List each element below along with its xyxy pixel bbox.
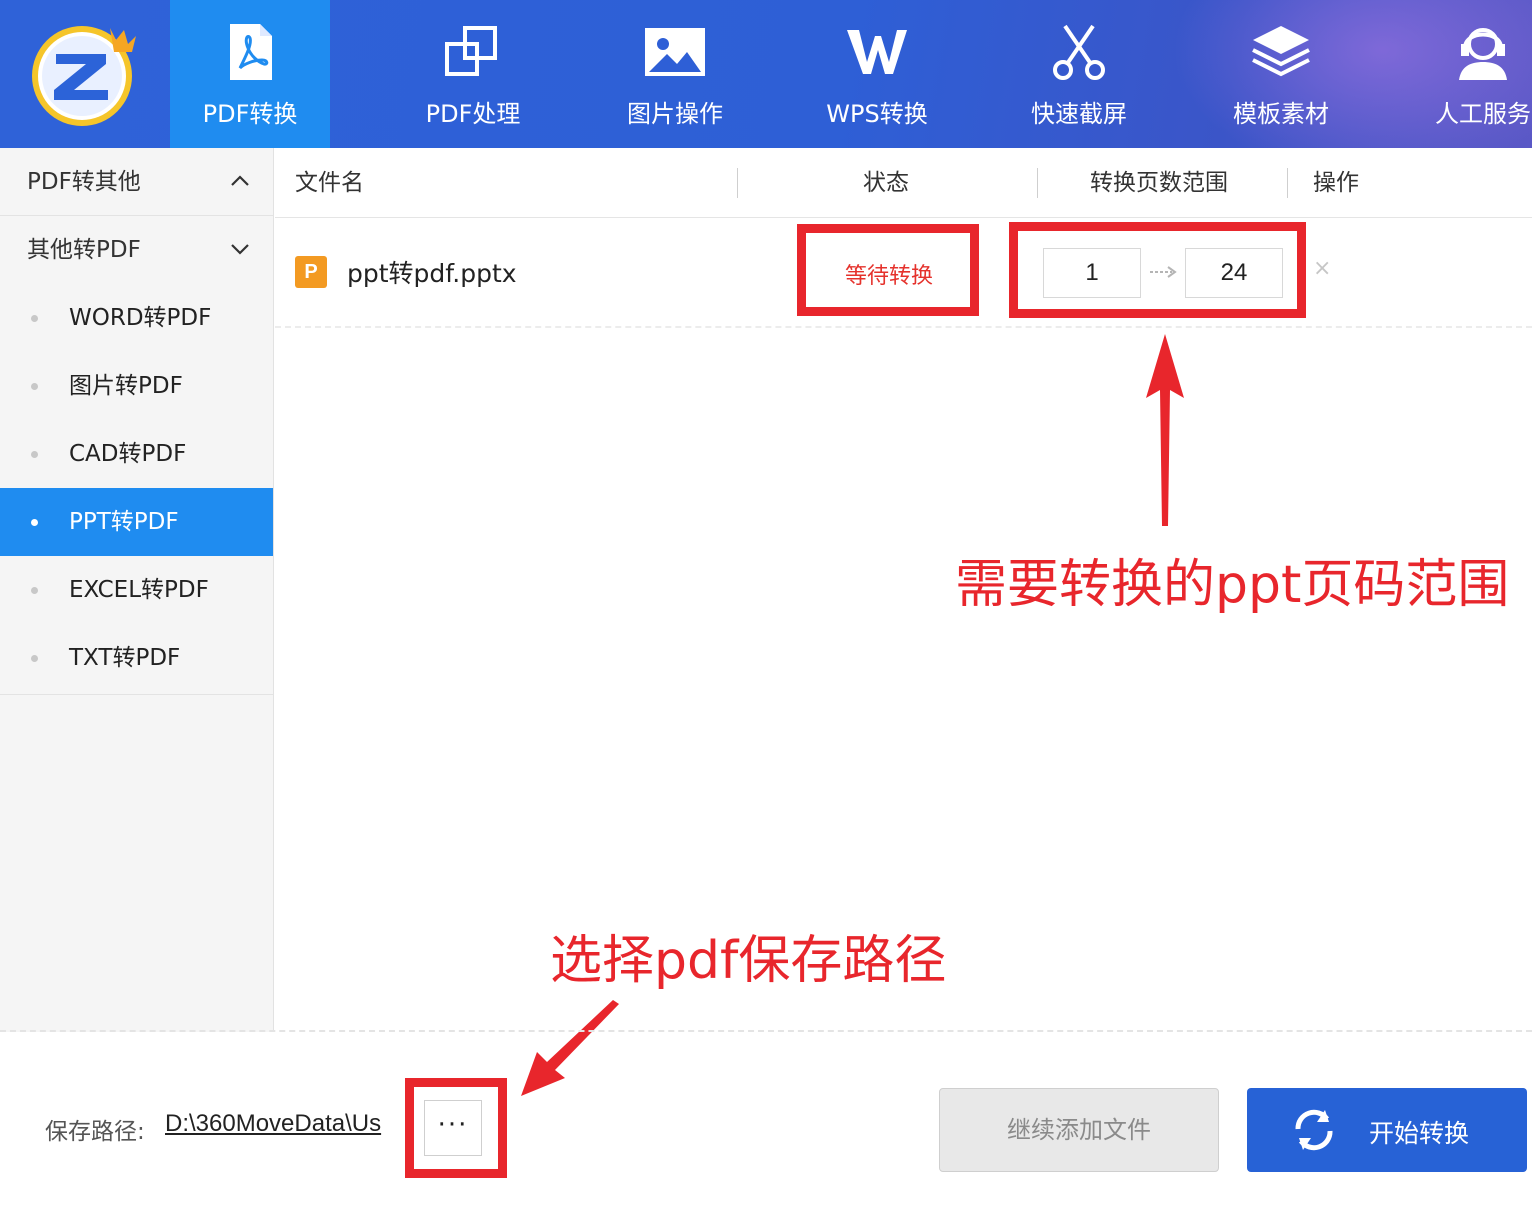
pptx-file-icon: P: [295, 256, 327, 288]
bullet-dot: [31, 587, 38, 594]
sidebar: PDF转其他 其他转PDF WORD转PDF 图片转PDF CAD转PDF PP…: [0, 148, 274, 1032]
start-convert-label: 开始转换: [1369, 1119, 1470, 1148]
pdf-icon: [230, 24, 272, 80]
file-name: ppt转pdf.pptx: [347, 259, 517, 288]
annotation-save-path-note: 选择pdf保存路径: [550, 931, 947, 991]
sidebar-item-ppt-to-pdf[interactable]: PPT转PDF: [0, 488, 273, 556]
header-divider: [737, 168, 738, 198]
main-nav: PDF转换 PDF处理 图片操作 WPS转换 快速截屏 模板素材 人工服务: [170, 0, 1532, 148]
nav-label: 人工服务: [1435, 100, 1531, 128]
nav-wps-convert[interactable]: WPS转换: [776, 0, 978, 148]
status-highlight-box: [797, 224, 979, 316]
down-left-arrow-annotation-icon: [521, 1000, 619, 1096]
add-more-files-button[interactable]: 继续添加文件: [939, 1088, 1219, 1172]
bottom-divider: [0, 1030, 1532, 1032]
sidebar-item-label: 图片转PDF: [69, 373, 183, 399]
header-divider: [1037, 168, 1038, 198]
bullet-dot: [31, 519, 38, 526]
app-logo-icon: [32, 26, 136, 126]
save-path-label: 保存路径:: [45, 1119, 145, 1145]
bullet-dot: [31, 451, 38, 458]
nav-pdf-convert[interactable]: PDF转换: [170, 0, 330, 148]
sidebar-group-pdf-to-other[interactable]: PDF转其他: [0, 148, 273, 216]
layers-icon: [1252, 26, 1310, 77]
sidebar-item-label: WORD转PDF: [69, 305, 212, 331]
header-action: 操作: [1313, 170, 1359, 196]
nav-label: WPS转换: [826, 100, 928, 128]
header-status: 状态: [863, 170, 909, 196]
bullet-dot: [31, 383, 38, 390]
browse-folder-button[interactable]: ···: [424, 1100, 482, 1156]
header-page-range: 转换页数范围: [1090, 170, 1228, 196]
sidebar-item-label: PPT转PDF: [69, 509, 179, 535]
overlap-squares-icon: [445, 26, 497, 76]
nav-label: 模板素材: [1233, 100, 1329, 128]
sidebar-item-excel-to-pdf[interactable]: EXCEL转PDF: [0, 556, 273, 624]
header-filename: 文件名: [295, 170, 364, 196]
top-navigation-bar: PDF转换 PDF处理 图片操作 WPS转换 快速截屏 模板素材 人工服务: [0, 0, 1532, 148]
sidebar-item-label: CAD转PDF: [69, 441, 187, 467]
nav-label: PDF处理: [425, 100, 521, 128]
image-icon: [645, 28, 705, 76]
annotation-page-range-note: 需要转换的ppt页码范围: [955, 555, 1510, 615]
bullet-dot: [31, 655, 38, 662]
sidebar-item-label: TXT转PDF: [69, 645, 181, 671]
sidebar-item-cad-to-pdf[interactable]: CAD转PDF: [0, 420, 273, 488]
app-window: PDF转换 PDF处理 图片操作 WPS转换 快速截屏 模板素材 人工服务 PD…: [0, 0, 1532, 1206]
nav-image-ops[interactable]: 图片操作: [574, 0, 776, 148]
up-arrow-annotation-icon: [1146, 334, 1184, 526]
wps-icon: [847, 30, 907, 74]
support-agent-icon: [1459, 28, 1507, 80]
table-header: 文件名 状态 转换页数范围 操作: [275, 148, 1532, 218]
nav-pdf-process[interactable]: PDF处理: [372, 0, 574, 148]
nav-label: 图片操作: [627, 100, 723, 128]
bullet-dot: [31, 315, 38, 322]
sidebar-group-other-to-pdf[interactable]: 其他转PDF: [0, 216, 273, 284]
nav-human-service[interactable]: 人工服务: [1382, 0, 1532, 148]
start-convert-button[interactable]: 开始转换: [1247, 1088, 1527, 1172]
save-path-link[interactable]: D:\360MoveData\Us: [165, 1110, 405, 1138]
nav-label: 快速截屏: [1031, 100, 1127, 128]
sidebar-group-label: 其他转PDF: [27, 237, 141, 263]
nav-templates[interactable]: 模板素材: [1180, 0, 1382, 148]
sidebar-item-txt-to-pdf[interactable]: TXT转PDF: [0, 624, 273, 692]
chevron-up-icon: [231, 175, 249, 186]
header-divider: [1287, 168, 1288, 198]
nav-screenshot[interactable]: 快速截屏: [978, 0, 1180, 148]
range-highlight-box: [1009, 222, 1306, 318]
chevron-down-icon: [231, 244, 249, 255]
sidebar-item-label: EXCEL转PDF: [69, 577, 209, 603]
sidebar-item-image-to-pdf[interactable]: 图片转PDF: [0, 352, 273, 420]
scissors-icon: [1053, 24, 1105, 80]
sidebar-item-word-to-pdf[interactable]: WORD转PDF: [0, 284, 273, 352]
delete-row-icon[interactable]: ×: [1313, 256, 1331, 281]
sidebar-group-label: PDF转其他: [27, 169, 141, 195]
sidebar-divider: [0, 694, 273, 695]
refresh-icon: [1295, 1109, 1333, 1151]
nav-label: PDF转换: [202, 100, 298, 128]
